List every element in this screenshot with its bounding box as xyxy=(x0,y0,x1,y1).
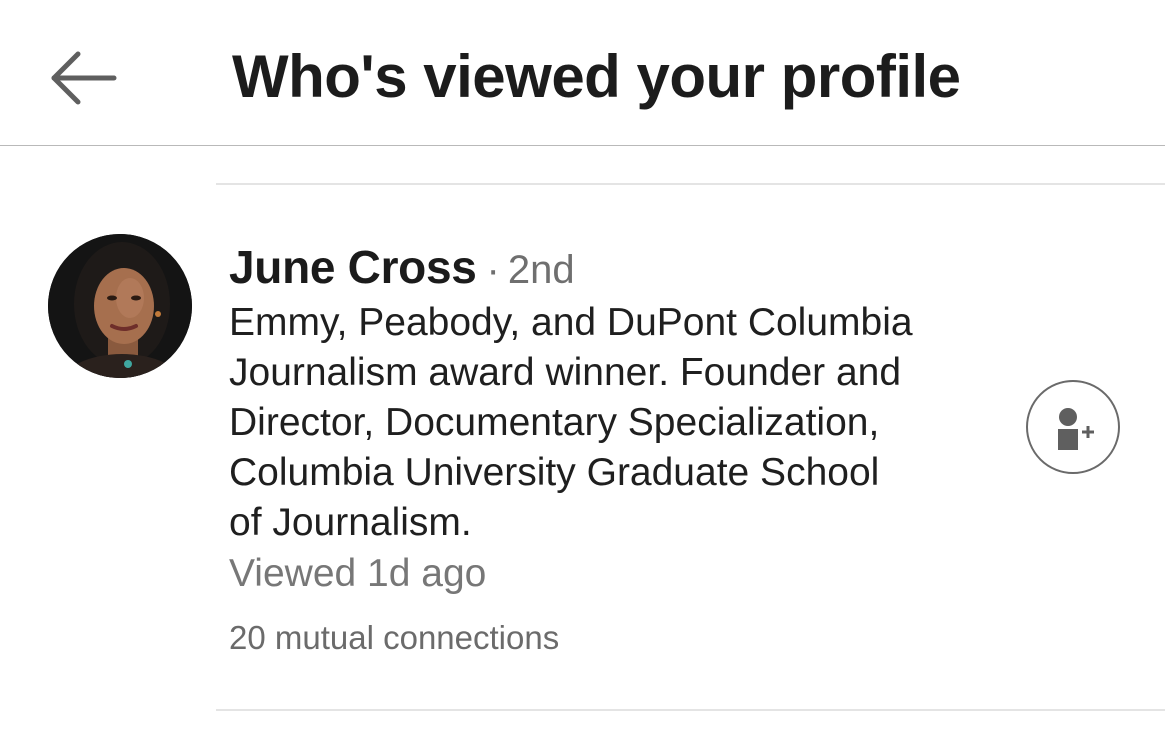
back-button[interactable] xyxy=(48,46,118,110)
viewer-headline: Emmy, Peabody, and DuPont Columbia Journ… xyxy=(229,298,999,548)
separator-dot: · xyxy=(486,248,500,292)
headline-line: Columbia University Graduate School xyxy=(229,451,880,494)
headline-line: Director, Documentary Specialization, xyxy=(229,401,880,444)
avatar[interactable] xyxy=(48,234,192,378)
top-bar: Who's viewed your profile xyxy=(0,0,1165,146)
page-title: Who's viewed your profile xyxy=(232,43,961,110)
connection-degree: 2nd xyxy=(507,248,575,292)
viewed-time: Viewed 1d ago xyxy=(229,552,487,595)
headline-line: Emmy, Peabody, and DuPont Columbia xyxy=(229,301,913,344)
mutual-connections[interactable]: 20 mutual connections xyxy=(229,618,999,658)
add-connection-icon xyxy=(1058,408,1094,450)
viewer-info[interactable]: June Cross · 2nd Emmy, Peabody, and DuPont… xyxy=(229,236,999,658)
viewer-name[interactable]: June Cross xyxy=(229,241,477,293)
connect-button[interactable] xyxy=(1026,380,1120,474)
list-divider xyxy=(216,709,1165,711)
name-line: June Cross · 2nd xyxy=(229,236,999,298)
list-divider xyxy=(216,183,1165,185)
viewer-list-item[interactable]: June Cross · 2nd Emmy, Peabody, and DuPont… xyxy=(0,186,1165,708)
headline-line: of Journalism. xyxy=(229,501,472,544)
profile-photo xyxy=(48,234,192,378)
headline-line: Journalism award winner. Founder and xyxy=(229,351,902,394)
arrow-left-icon xyxy=(51,51,117,105)
